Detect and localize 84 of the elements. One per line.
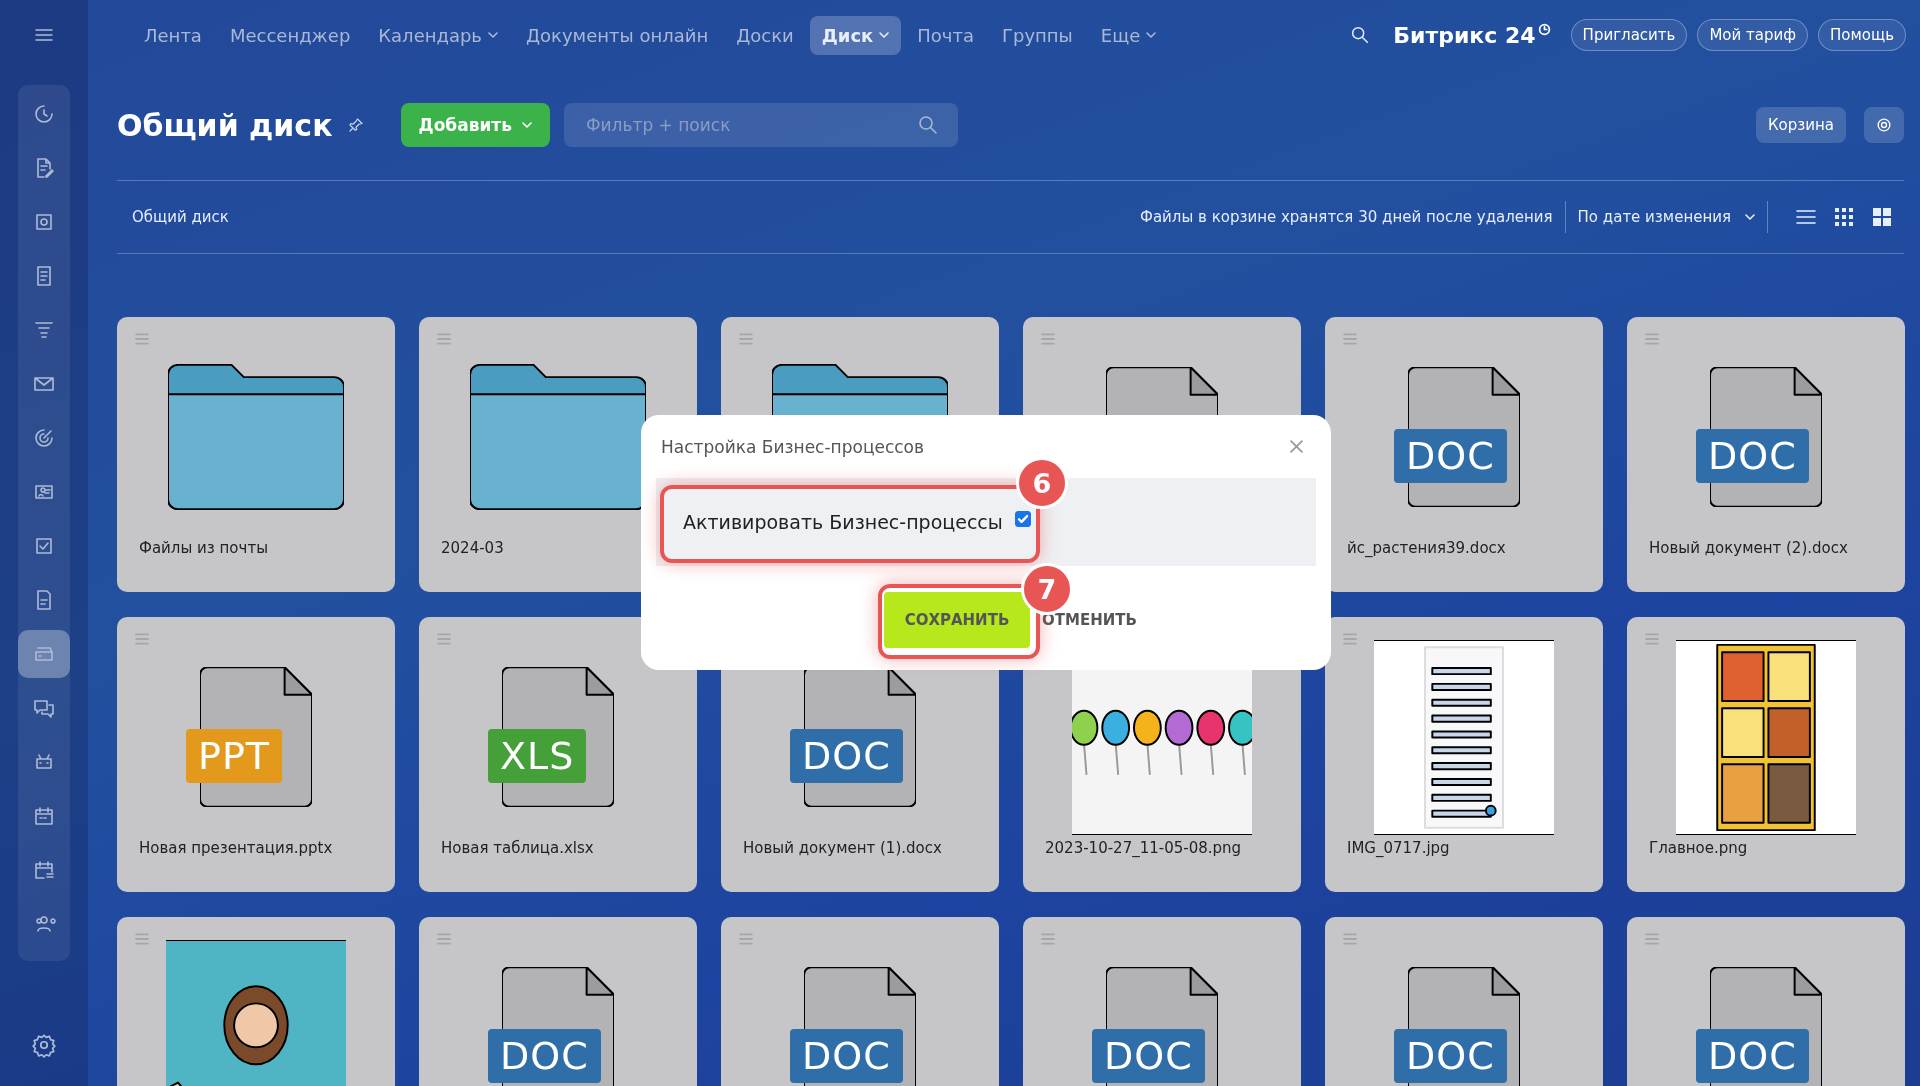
- drag-handle-icon[interactable]: [1645, 633, 1659, 645]
- checkbox[interactable]: [1014, 511, 1031, 527]
- file-card[interactable]: DOC йс_растения39.docx: [1325, 317, 1603, 592]
- nav-tab[interactable]: Календарь: [366, 15, 510, 55]
- file-name: Главное.png: [1648, 839, 1749, 857]
- step-number: 6: [1016, 457, 1068, 509]
- drag-handle-icon[interactable]: [1343, 933, 1357, 945]
- file-card[interactable]: DOC Новый документ (2).docx: [1627, 317, 1905, 592]
- file-name: Новая презентация.pptx: [138, 839, 334, 857]
- save-button[interactable]: СОХРАНИТЬ: [884, 592, 1030, 648]
- file-name: 2024-03: [440, 539, 505, 557]
- file-type-label: DOC: [1394, 429, 1507, 483]
- file-type-label: DOC: [488, 1029, 601, 1083]
- file-type-label: DOC: [790, 729, 903, 783]
- close-icon[interactable]: [1290, 440, 1303, 453]
- drag-handle-icon[interactable]: [739, 933, 753, 945]
- drag-handle-icon[interactable]: [1645, 333, 1659, 345]
- settings-button[interactable]: [1864, 107, 1904, 143]
- file-name: Файлы из почты: [138, 539, 269, 557]
- drag-handle-icon[interactable]: [1041, 333, 1055, 345]
- file-card[interactable]: XLS Новая таблица.xlsx: [419, 617, 697, 892]
- nav-tab[interactable]: Группы: [990, 15, 1085, 55]
- file-card[interactable]: PPT Новая презентация.pptx: [117, 617, 395, 892]
- file-type-label: PPT: [186, 729, 283, 783]
- file-type-label: XLS: [488, 729, 587, 783]
- file-card[interactable]: DOC: [419, 917, 697, 1086]
- drag-handle-icon[interactable]: [1343, 333, 1357, 345]
- clock-icon: [1537, 22, 1551, 36]
- calendar-icon: [32, 804, 56, 828]
- file-card[interactable]: Главное.png: [1627, 617, 1905, 892]
- trash-button[interactable]: Корзина: [1755, 107, 1846, 143]
- file-type-label: DOC: [1696, 429, 1809, 483]
- sidebar-item[interactable]: [18, 630, 70, 678]
- file-card[interactable]: DOC: [1627, 917, 1905, 1086]
- header-button[interactable]: Помощь: [1818, 19, 1906, 51]
- file-name: йс_растения39.docx: [1346, 539, 1507, 557]
- file-name: Новый документ (2).docx: [1648, 539, 1849, 557]
- logo[interactable]: Битрикс 24: [1393, 22, 1536, 48]
- file-type-label: DOC: [1394, 1029, 1507, 1083]
- nav-tab[interactable]: Лента: [132, 15, 214, 55]
- file-type-label: DOC: [1092, 1029, 1205, 1083]
- caret-icon: [521, 122, 532, 128]
- grid-view-icon[interactable]: [1832, 205, 1856, 229]
- file-name: IMG_0717.jpg: [1346, 839, 1451, 857]
- file-type-label: DOC: [790, 1029, 903, 1083]
- settings-icon[interactable]: [31, 1032, 57, 1058]
- header-button[interactable]: Пригласить: [1570, 19, 1688, 51]
- target-icon: [32, 426, 56, 450]
- folder-icon: [168, 364, 344, 510]
- page-title: Общий диск: [117, 107, 333, 143]
- file-name: Новый документ (1).docx: [742, 839, 943, 857]
- file-card[interactable]: IMG_0717.jpg: [1325, 617, 1603, 892]
- drag-handle-icon[interactable]: [739, 333, 753, 345]
- drag-handle-icon[interactable]: [1041, 933, 1055, 945]
- file-name: Новая таблица.xlsx: [440, 839, 595, 857]
- folder-icon: [470, 364, 646, 510]
- drag-handle-icon[interactable]: [135, 633, 149, 645]
- breadcrumb[interactable]: Общий диск: [132, 208, 229, 226]
- nav-tab[interactable]: Доски: [724, 15, 806, 55]
- drag-handle-icon[interactable]: [135, 933, 149, 945]
- header-button[interactable]: Мой тариф: [1697, 19, 1809, 51]
- drag-handle-icon[interactable]: [437, 333, 451, 345]
- nav-tab[interactable]: Почта: [905, 15, 986, 55]
- nav-tab[interactable]: Документы онлайн: [514, 15, 721, 55]
- schedule-icon: [32, 858, 56, 882]
- file-card[interactable]: DOC: [1325, 917, 1603, 1086]
- file-type-label: DOC: [1696, 1029, 1809, 1083]
- file-card[interactable]: DOC: [1023, 917, 1301, 1086]
- drag-handle-icon[interactable]: [1343, 633, 1357, 645]
- file-card[interactable]: Файлы из почты: [117, 317, 395, 592]
- file-card[interactable]: DOC: [721, 917, 999, 1086]
- tile-view-icon[interactable]: [1870, 205, 1894, 229]
- nav-tab[interactable]: Мессенджер: [217, 15, 363, 55]
- caret-icon: [1745, 214, 1755, 220]
- sort-dropdown[interactable]: По дате изменения: [1577, 208, 1755, 226]
- nav-tab[interactable]: Диск: [809, 15, 902, 55]
- trash-note: Файлы в корзине хранятся 30 дней после удаления: [1140, 208, 1553, 226]
- nav-tab[interactable]: Еще: [1088, 15, 1169, 55]
- drag-handle-icon[interactable]: [1645, 933, 1659, 945]
- activity-icon: [32, 102, 56, 126]
- drag-handle-icon[interactable]: [437, 633, 451, 645]
- file-name: 2023-10-27_11-05-08.png: [1044, 839, 1243, 857]
- drag-handle-icon[interactable]: [437, 933, 451, 945]
- drag-handle-icon[interactable]: [135, 333, 149, 345]
